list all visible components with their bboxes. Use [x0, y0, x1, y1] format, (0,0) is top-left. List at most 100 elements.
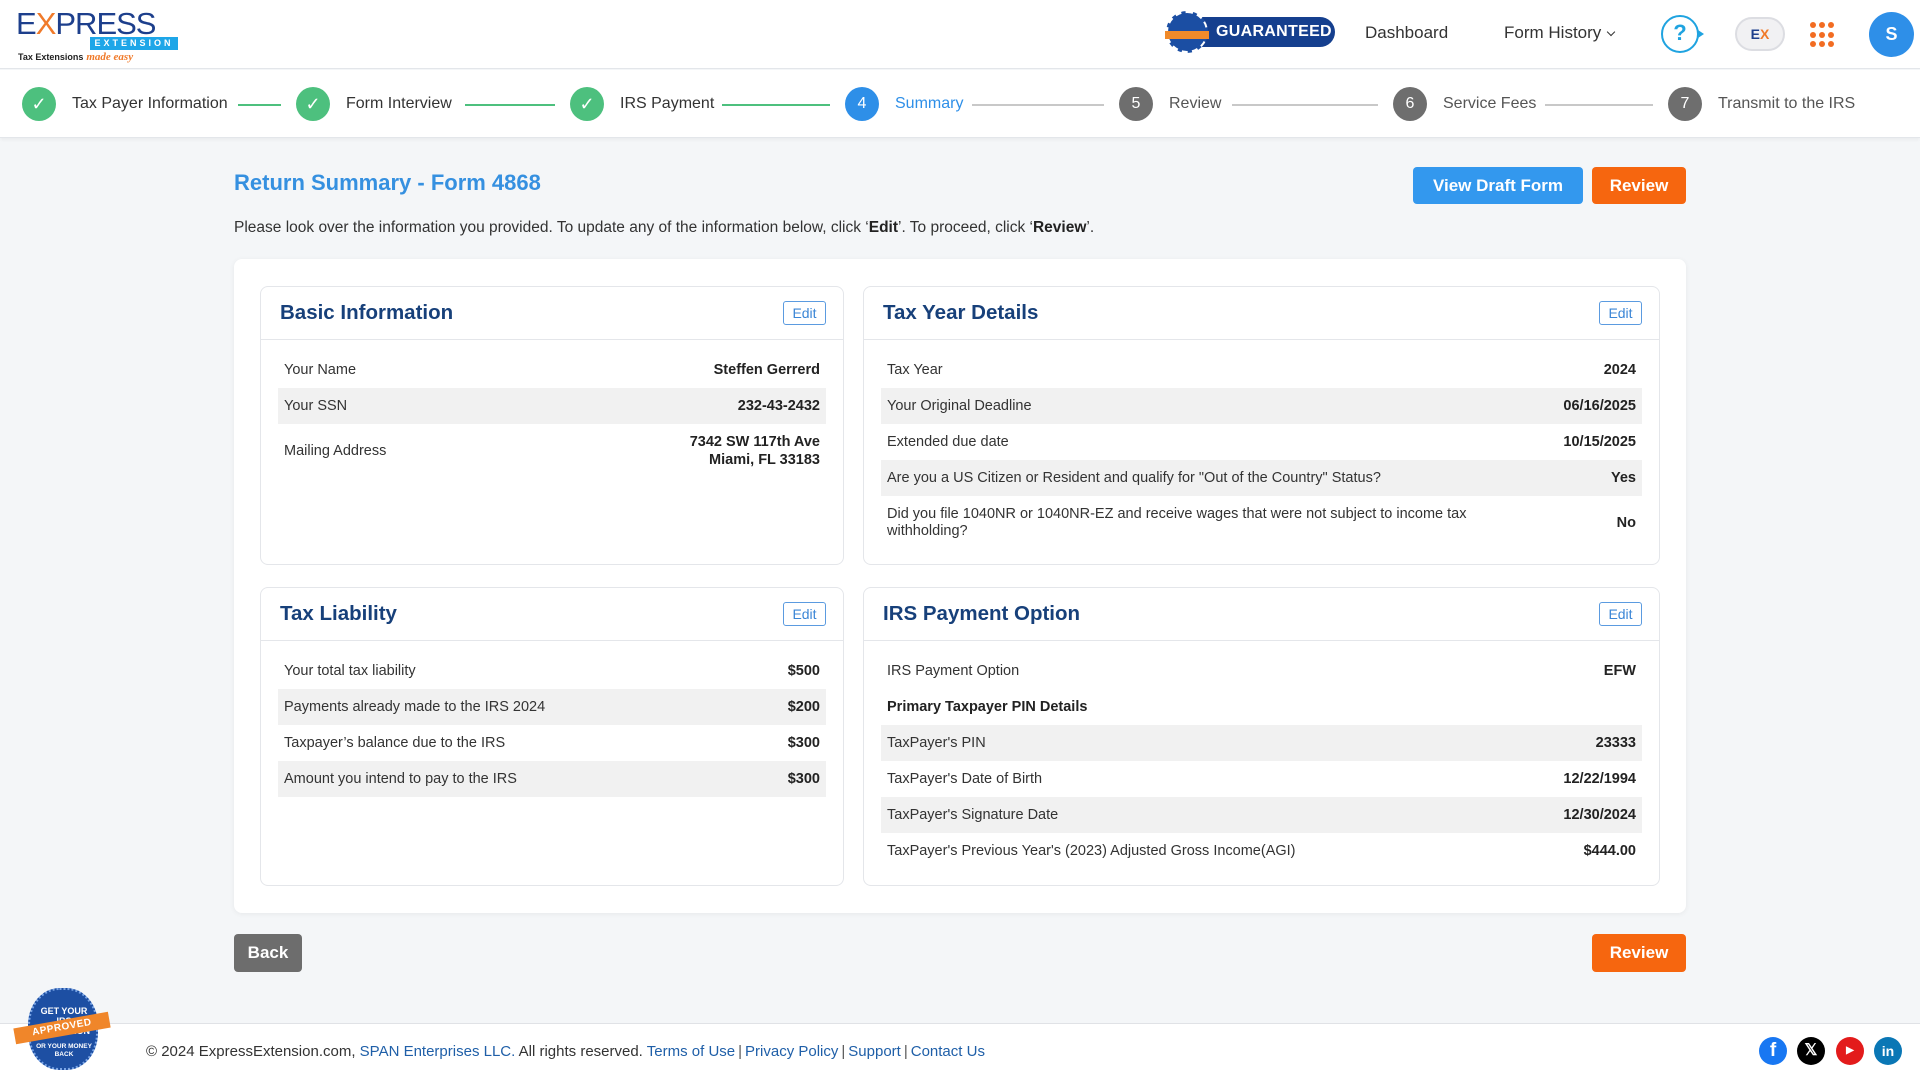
nav-form-history[interactable]: Form History — [1504, 23, 1616, 43]
step-label: Tax Payer Information — [72, 95, 228, 112]
step-label: Review — [1169, 95, 1222, 112]
row-value: No — [1616, 515, 1636, 531]
step-summary[interactable]: 4 Summary — [845, 87, 963, 121]
user-avatar[interactable]: S — [1869, 12, 1914, 57]
dot — [1828, 41, 1834, 48]
separator: | — [841, 1043, 846, 1060]
row-value: 23333 — [1595, 735, 1636, 751]
step-review[interactable]: 5 Review — [1119, 87, 1221, 121]
card-header: Tax Year Details Edit — [864, 287, 1659, 340]
copyright: © 2024 ExpressExtension.com, — [146, 1043, 356, 1060]
row-label: IRS Payment Option — [887, 662, 1020, 679]
terms-of-use-link[interactable]: Terms of Use — [647, 1043, 735, 1060]
rights-text: All rights reserved. — [518, 1043, 643, 1060]
row-original-deadline: Your Original Deadline 06/16/2025 — [881, 388, 1642, 424]
row-value: $300 — [787, 771, 820, 787]
row-mailing-address: Mailing Address 7342 SW 117th Ave Miami, F… — [278, 424, 826, 478]
page-title: Return Summary - Form 4868 — [234, 170, 541, 195]
row-value: $300 — [787, 735, 820, 751]
row-label: Your Original Deadline — [887, 397, 1032, 414]
row-balance-due: Taxpayer’s balance due to the IRS $300 — [278, 725, 826, 761]
card-rows: Your total tax liability $500 Payments al… — [261, 641, 843, 797]
step-irs-payment[interactable]: ✓ IRS Payment — [570, 87, 714, 121]
facebook-icon[interactable]: f — [1759, 1037, 1787, 1065]
seal-bottom-text: OR YOUR MONEY BACK — [36, 1043, 92, 1058]
row-value: 10/15/2025 — [1563, 434, 1636, 450]
logo-e: E — [16, 6, 37, 41]
logo-press: PRESS — [55, 6, 156, 41]
step-transmit-to-irs[interactable]: 7 Transmit to the IRS — [1668, 87, 1855, 121]
check-icon: ✓ — [570, 87, 604, 121]
step-service-fees[interactable]: 6 Service Fees — [1393, 87, 1536, 121]
row-label: Amount you intend to pay to the IRS — [284, 770, 517, 787]
edit-basic-information-button[interactable]: Edit — [783, 301, 826, 325]
review-button-top[interactable]: Review — [1592, 167, 1686, 204]
view-draft-form-button[interactable]: View Draft Form — [1413, 167, 1583, 204]
step-tax-payer-information[interactable]: ✓ Tax Payer Information — [22, 87, 228, 121]
desc-part: ’. To proceed, click ‘ — [898, 219, 1033, 236]
back-button[interactable]: Back — [234, 934, 302, 972]
step-connector — [238, 104, 281, 106]
tagline-text: Tax Extensions — [18, 52, 84, 62]
dot — [1819, 31, 1825, 38]
step-connector — [972, 104, 1104, 106]
row-label: Your Name — [284, 361, 357, 378]
company-link[interactable]: SPAN Enterprises LLC. — [360, 1043, 516, 1060]
section-subheading: Primary Taxpayer PIN Details — [887, 698, 1088, 715]
row-label: Payments already made to the IRS 2024 — [284, 698, 546, 715]
linkedin-icon[interactable]: in — [1874, 1037, 1902, 1065]
apps-grid-icon[interactable] — [1810, 22, 1836, 48]
address-line-1: 7342 SW 117th Ave — [689, 434, 820, 450]
step-form-interview[interactable]: ✓ Form Interview — [296, 87, 452, 121]
contact-us-link[interactable]: Contact Us — [911, 1043, 985, 1060]
seal-icon — [1165, 11, 1209, 53]
card-header: Tax Liability Edit — [261, 588, 843, 641]
help-icon[interactable]: ? — [1661, 15, 1704, 53]
review-button-bottom[interactable]: Review — [1592, 934, 1686, 972]
step-connector — [722, 104, 830, 106]
support-link[interactable]: Support — [848, 1043, 901, 1060]
card-title: Tax Liability — [280, 602, 397, 625]
step-label: IRS Payment — [620, 95, 715, 112]
ex-app-icon[interactable]: EX — [1735, 17, 1785, 51]
dot — [1810, 31, 1816, 38]
row-value: $500 — [787, 663, 820, 679]
row-tax-year: Tax Year 2024 — [881, 352, 1642, 388]
edit-tax-liability-button[interactable]: Edit — [783, 602, 826, 626]
youtube-icon[interactable]: ▶ — [1836, 1037, 1864, 1065]
irs-payment-option-card: IRS Payment Option Edit IRS Payment Opti… — [863, 587, 1660, 886]
row-label: Taxpayer’s balance due to the IRS — [284, 734, 506, 751]
row-label: Did you file 1040NR or 1040NR-EZ and rec… — [887, 506, 1467, 539]
card-header: IRS Payment Option Edit — [864, 588, 1659, 641]
edit-irs-payment-option-button[interactable]: Edit — [1599, 602, 1642, 626]
x-twitter-icon[interactable]: 𝕏 — [1797, 1037, 1825, 1065]
row-label: TaxPayer's Signature Date — [887, 806, 1059, 823]
step-label: Summary — [895, 95, 964, 112]
basic-information-card: Basic Information Edit Your Name Steffen … — [260, 286, 844, 565]
edit-tax-year-details-button[interactable]: Edit — [1599, 301, 1642, 325]
row-value: $444.00 — [1583, 843, 1636, 859]
check-icon: ✓ — [22, 87, 56, 121]
chevron-down-icon — [1607, 27, 1616, 37]
step-number: 4 — [845, 87, 879, 121]
row-label: Your SSN — [284, 397, 348, 414]
card-title: IRS Payment Option — [883, 602, 1081, 625]
row-value: 232-43-2432 — [737, 398, 820, 414]
guaranteed-label: GUARANTEED — [1216, 23, 1332, 40]
row-label: TaxPayer's Date of Birth — [887, 770, 1043, 787]
row-pin-details-heading: Primary Taxpayer PIN Details — [881, 689, 1642, 725]
dot — [1819, 41, 1825, 48]
address-line-2: Miami, FL 33183 — [709, 452, 820, 468]
row-value: Yes — [1611, 470, 1636, 486]
row-payment-option: IRS Payment Option EFW — [881, 653, 1642, 689]
row-value: 7342 SW 117th Ave Miami, FL 33183 — [690, 433, 820, 469]
nav-dashboard[interactable]: Dashboard — [1365, 23, 1448, 43]
card-title: Tax Year Details — [883, 301, 1039, 324]
card-rows: Tax Year 2024 Your Original Deadline 06/16… — [864, 340, 1659, 550]
row-value: $200 — [787, 699, 820, 715]
express-extension-logo[interactable]: EXPRESS EXTENSION Tax Extensions made eas… — [16, 6, 178, 64]
step-number: 7 — [1668, 87, 1702, 121]
check-icon: ✓ — [296, 87, 330, 121]
privacy-policy-link[interactable]: Privacy Policy — [745, 1043, 838, 1060]
row-label: TaxPayer's PIN — [887, 734, 986, 751]
